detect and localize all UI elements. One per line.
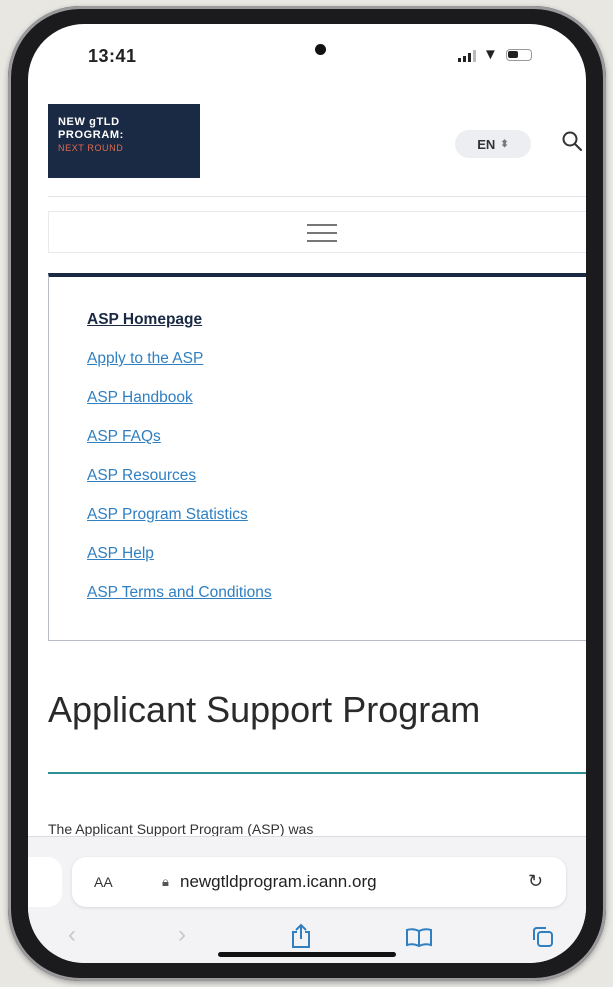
status-bar: 13:41 ▼ xyxy=(28,24,586,84)
nav-item-handbook[interactable]: ASP Handbook xyxy=(87,389,272,428)
nav-link[interactable]: ASP Terms and Conditions xyxy=(87,584,272,601)
url-text[interactable]: newgtldprogram.icann.org xyxy=(180,872,377,892)
search-icon[interactable] xyxy=(561,130,583,152)
nav-link[interactable]: Apply to the ASP xyxy=(87,350,203,367)
status-time: 13:41 xyxy=(88,46,137,66)
nav-link[interactable]: ASP Resources xyxy=(87,467,196,484)
nav-item-apply[interactable]: Apply to the ASP xyxy=(87,350,272,389)
nav-item-terms[interactable]: ASP Terms and Conditions xyxy=(87,584,272,623)
share-icon[interactable] xyxy=(290,923,312,949)
home-indicator xyxy=(218,952,396,957)
phone-frame: 13:41 ▼ NEW gTLD PROGRAM: NEXT ROUND EN … xyxy=(8,6,606,981)
address-bar[interactable]: AA 🔒︎ newgtldprogram.icann.org ↻ xyxy=(72,857,566,907)
program-logo[interactable]: NEW gTLD PROGRAM: NEXT ROUND xyxy=(48,104,200,178)
nav-link[interactable]: ASP Program Statistics xyxy=(87,506,248,523)
tabs-icon[interactable] xyxy=(531,925,555,949)
asp-nav-list: ASP Homepage Apply to the ASP ASP Handbo… xyxy=(87,311,272,623)
chevron-updown-icon: ⬍ xyxy=(500,138,509,150)
language-label: EN xyxy=(477,136,496,152)
nav-item-help[interactable]: ASP Help xyxy=(87,545,272,584)
hamburger-menu-icon[interactable] xyxy=(307,224,337,248)
text-size-button[interactable]: AA xyxy=(94,874,113,890)
nav-link[interactable]: ASP FAQs xyxy=(87,428,161,445)
page-title: Applicant Support Program xyxy=(48,689,481,731)
nav-link[interactable]: ASP Handbook xyxy=(87,389,193,406)
nav-item-resources[interactable]: ASP Resources xyxy=(87,467,272,506)
forward-icon[interactable]: › xyxy=(178,921,186,949)
reload-icon[interactable]: ↻ xyxy=(528,871,543,892)
back-icon[interactable]: ‹ xyxy=(68,921,76,949)
nav-item-statistics[interactable]: ASP Program Statistics xyxy=(87,506,272,545)
nav-item-asp-homepage[interactable]: ASP Homepage xyxy=(87,311,272,350)
cellular-signal-icon xyxy=(458,50,476,62)
battery-icon xyxy=(506,49,532,61)
screen: 13:41 ▼ NEW gTLD PROGRAM: NEXT ROUND EN … xyxy=(28,24,586,963)
intro-text: The Applicant Support Program (ASP) was xyxy=(48,821,314,837)
logo-line-1: NEW gTLD xyxy=(58,116,120,128)
nav-link[interactable]: ASP Homepage xyxy=(87,311,202,328)
lock-icon: 🔒︎ xyxy=(162,874,169,889)
previous-tab-peek[interactable] xyxy=(28,857,62,907)
language-selector[interactable]: EN ⬍ xyxy=(455,130,531,158)
title-underline xyxy=(48,772,586,774)
header-divider xyxy=(48,196,586,197)
wifi-icon: ▼ xyxy=(483,46,498,63)
logo-line-3: NEXT ROUND xyxy=(58,143,124,153)
bookmarks-icon[interactable] xyxy=(405,927,433,947)
nav-link[interactable]: ASP Help xyxy=(87,545,154,562)
nav-item-faqs[interactable]: ASP FAQs xyxy=(87,428,272,467)
browser-bottom-bar: AA 🔒︎ newgtldprogram.icann.org ↻ ‹ › xyxy=(28,836,586,963)
asp-nav-box: ASP Homepage Apply to the ASP ASP Handbo… xyxy=(48,273,586,641)
camera-icon xyxy=(315,44,326,55)
logo-line-2: PROGRAM: xyxy=(58,129,124,141)
